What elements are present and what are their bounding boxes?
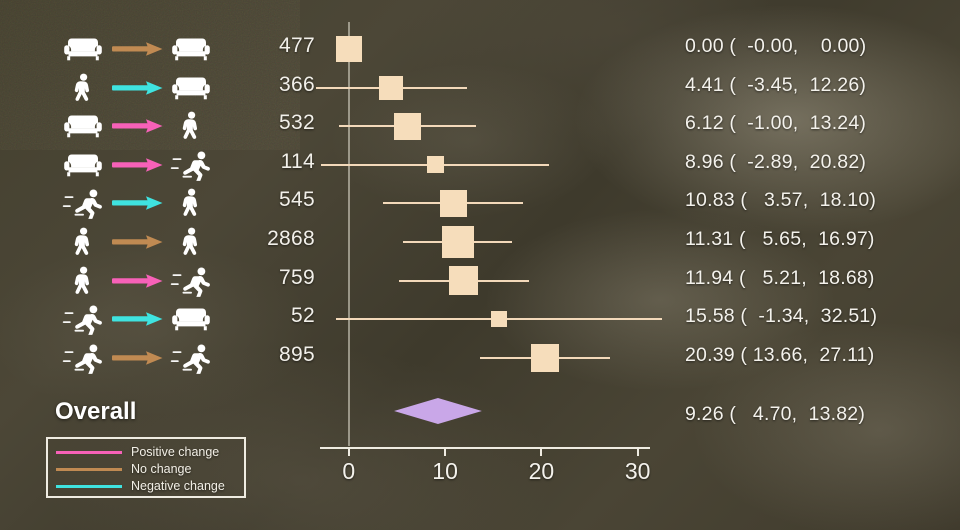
forest-row: 532 6.12 ( -1.00, 13.24) [0, 107, 960, 145]
sample-size: 366 [279, 72, 315, 96]
effect-estimate-ci: 11.94 ( 5.21, 18.68) [685, 266, 875, 289]
icon-activity-from-walk [62, 264, 104, 298]
legend-item: Positive change [56, 445, 236, 460]
icon-activity-from-run [62, 302, 104, 336]
x-axis-tick-label: 10 [432, 458, 458, 484]
icon-activity-to-run [170, 148, 212, 182]
effect-marker [531, 343, 560, 372]
arrow-icon-negative [112, 310, 164, 328]
x-axis-line [320, 447, 650, 449]
overall-statistic: 9.26 ( 4.70, 13.82) [685, 403, 866, 425]
arrow-icon-negative [112, 79, 164, 97]
icon-activity-to-walk [170, 225, 212, 259]
arrow-icon-positive [112, 272, 164, 290]
legend-label: Negative change [131, 479, 225, 493]
effect-estimate-ci: 0.00 ( -0.00, 0.00) [685, 35, 867, 57]
icon-activity-to-couch [170, 32, 212, 66]
icon-activity-to-run [170, 264, 212, 298]
sample-size: 114 [280, 149, 315, 173]
legend-swatch [56, 485, 122, 488]
forest-row: 477 0.00 ( -0.00, 0.00) [0, 30, 960, 68]
legend-swatch [56, 468, 122, 471]
effect-estimate-ci: 11.31 ( 5.65, 16.97) [685, 228, 875, 250]
icon-activity-to-walk [170, 109, 212, 143]
icon-activity-from-couch [62, 109, 104, 143]
x-axis-tick [347, 447, 350, 456]
icon-activity-to-couch [170, 71, 212, 105]
x-axis-tick [540, 447, 543, 456]
effect-estimate-ci: 8.96 ( -2.89, 20.82) [685, 150, 867, 173]
arrow-icon-no-change [112, 40, 164, 58]
arrow-icon-positive [112, 156, 164, 174]
overall-diamond [394, 398, 482, 424]
legend-label: Positive change [131, 445, 220, 459]
sample-size: 52 [291, 304, 315, 328]
arrow-icon-positive [112, 117, 164, 135]
effect-marker [449, 266, 479, 296]
effect-marker [441, 226, 474, 258]
legend-label: No change [131, 462, 192, 476]
sample-size: 2868 [267, 227, 315, 250]
legend-swatch [56, 451, 122, 454]
icon-activity-from-couch [62, 32, 104, 66]
effect-marker [490, 311, 507, 328]
arrow-icon-negative [112, 194, 164, 212]
icon-activity-from-run [62, 186, 104, 220]
sample-size: 545 [279, 188, 315, 212]
effect-estimate-ci: 4.41 ( -3.45, 12.26) [685, 73, 867, 96]
sample-size: 759 [279, 265, 315, 289]
legend-item: No change [56, 462, 236, 477]
icon-activity-to-couch [170, 302, 212, 336]
sample-size: 895 [279, 342, 315, 366]
legend-box: Positive change No change Negative change [46, 437, 246, 498]
icon-activity-to-run [170, 341, 212, 375]
arrow-icon-no-change [112, 349, 164, 367]
effect-marker [379, 75, 404, 100]
effect-estimate-ci: 20.39 ( 13.66, 27.11) [685, 343, 875, 366]
x-axis-tick [636, 447, 639, 456]
forest-row: 366 4.41 ( -3.45, 12.26) [0, 69, 960, 107]
icon-activity-from-run [62, 341, 104, 375]
forest-plot: 477 0.00 ( -0.00, 0.00) 366 4.41 ( -3.45, 1… [0, 0, 960, 530]
icon-activity-from-couch [62, 148, 104, 182]
effect-marker [439, 189, 467, 217]
icon-activity-to-walk [170, 186, 212, 220]
sample-size: 477 [279, 34, 315, 57]
x-axis-tick-label: 30 [624, 458, 651, 484]
effect-marker [426, 156, 444, 174]
effect-estimate-ci: 6.12 ( -1.00, 13.24) [685, 112, 867, 135]
icon-activity-from-walk [62, 225, 104, 259]
legend-item: Negative change [56, 479, 236, 494]
x-axis-tick-label: 0 [342, 458, 356, 484]
effect-estimate-ci: 15.58 ( -1.34, 32.51) [685, 305, 878, 328]
sample-size: 532 [279, 111, 315, 135]
arrow-icon-no-change [112, 233, 164, 251]
x-axis-tick [444, 447, 447, 456]
effect-estimate-ci: 10.83 ( 3.57, 18.10) [685, 189, 877, 212]
effect-marker [335, 36, 362, 62]
icon-activity-from-walk [62, 71, 104, 105]
x-axis-tick-label: 20 [528, 458, 555, 484]
effect-marker [394, 112, 422, 140]
overall-label: Overall [55, 398, 137, 425]
